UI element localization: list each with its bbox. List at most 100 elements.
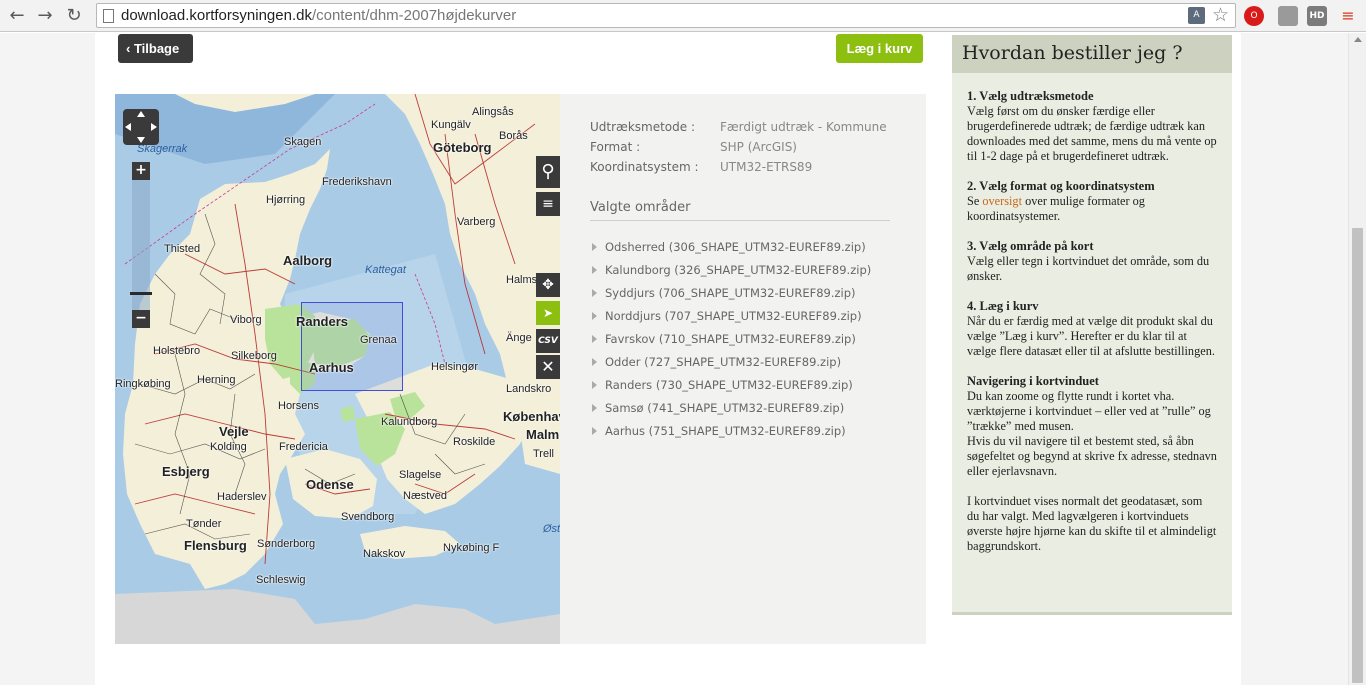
back-button[interactable]: ‹ Tilbage [118, 34, 193, 63]
map-label-haderslev: Haderslev [217, 491, 267, 503]
selected-files-list: Odsherred (306_SHAPE_UTM32-EUREF89.zip) … [592, 240, 871, 447]
add-to-cart-button[interactable]: Læg i kurv [836, 34, 923, 63]
csv-tool-button[interactable]: CSV [536, 329, 560, 353]
file-item-label: Syddjurs (706_SHAPE_UTM32-EUREF89.zip) [605, 286, 856, 300]
triangle-bullet-icon [592, 427, 597, 435]
map-label-vejle: Vejle [219, 424, 249, 439]
clear-selection-icon[interactable]: ✕ [536, 355, 560, 379]
file-item-label: Aarhus (751_SHAPE_UTM32-EUREF89.zip) [605, 424, 846, 438]
map-label-silkeborg: Silkeborg [231, 350, 277, 362]
map-label-tonder: Tønder [186, 518, 222, 530]
map-viewer[interactable]: Skagerrak Skagen Kungälv Alingsås Borås … [115, 94, 560, 644]
zoom-slider-handle[interactable] [130, 292, 152, 295]
map-label-ostersjon: Øst [543, 523, 560, 535]
layers-icon[interactable]: ≡ [536, 192, 560, 216]
pan-left-arrow-icon[interactable] [125, 123, 131, 131]
back-arrow-icon[interactable]: ← [6, 5, 28, 27]
map-label-kattegat: Kattegat [365, 264, 406, 276]
user-extension-icon[interactable] [1278, 6, 1298, 26]
crs-value: UTM32-ETRS89 [720, 160, 813, 174]
select-tool-icon[interactable]: ➤ [536, 301, 560, 325]
format-row: Format : SHP (ArcGIS) [590, 140, 797, 154]
map-label-nakskov: Nakskov [363, 548, 406, 560]
file-item[interactable]: Norddjurs (707_SHAPE_UTM32-EUREF89.zip) [592, 309, 871, 332]
opera-extension-icon[interactable]: O [1244, 6, 1264, 26]
file-item-label: Samsø (741_SHAPE_UTM32-EUREF89.zip) [605, 401, 845, 415]
pan-control[interactable] [123, 109, 159, 145]
help-step-1-title: 1. Vælg udtræksmetode [967, 89, 1094, 103]
oversigt-link[interactable]: oversigt [982, 194, 1022, 208]
menu-icon[interactable]: ≡ [1338, 6, 1358, 26]
zoom-in-button[interactable]: + [132, 162, 150, 180]
map-label-naestved: Næstved [403, 490, 448, 502]
map-label-sonderborg: Sønderborg [257, 538, 316, 550]
map-label-angelholm: Änge [506, 332, 532, 344]
pan-down-arrow-icon[interactable] [137, 137, 145, 143]
map-label-goteborg: Göteborg [433, 140, 492, 155]
file-item[interactable]: Syddjurs (706_SHAPE_UTM32-EUREF89.zip) [592, 286, 871, 309]
forward-arrow-icon[interactable]: → [34, 5, 56, 27]
file-item[interactable]: Odder (727_SHAPE_UTM32-EUREF89.zip) [592, 355, 871, 378]
map-label-kolding: Kolding [210, 441, 247, 453]
map-label-slagelse: Slagelse [399, 469, 442, 481]
triangle-bullet-icon [592, 404, 597, 412]
help-body: 1. Vælg udtræksmetode Vælg først om du ø… [952, 73, 1232, 554]
help-step-1-text: Vælg først om du ønsker færdige eller br… [967, 104, 1217, 163]
map-label-malmo: Malm [526, 427, 560, 442]
map-label-ringkobing: Ringkøbing [115, 378, 171, 390]
help-box: Hvordan bestiller jeg ? 1. Vælg udtræksm… [952, 35, 1232, 615]
file-item[interactable]: Kalundborg (326_SHAPE_UTM32-EUREF89.zip) [592, 263, 871, 286]
file-item[interactable]: Randers (730_SHAPE_UTM32-EUREF89.zip) [592, 378, 871, 401]
map-label-flensburg: Flensburg [184, 538, 247, 553]
file-item[interactable]: Favrskov (710_SHAPE_UTM32-EUREF89.zip) [592, 332, 871, 355]
map-label-horsens: Horsens [278, 400, 319, 412]
pan-up-arrow-icon[interactable] [137, 111, 145, 117]
map-label-kalundborg: Kalundborg [381, 416, 438, 428]
file-item[interactable]: Aarhus (751_SHAPE_UTM32-EUREF89.zip) [592, 424, 871, 447]
file-item[interactable]: Samsø (741_SHAPE_UTM32-EUREF89.zip) [592, 401, 871, 424]
order-details-panel: Udtræksmetode : Færdigt udtræk - Kommune … [560, 94, 926, 644]
zoom-out-button[interactable]: − [132, 310, 150, 328]
file-item[interactable]: Odsherred (306_SHAPE_UTM32-EUREF89.zip) [592, 240, 871, 263]
triangle-bullet-icon [592, 266, 597, 274]
help-step-3-title: 3. Vælg område på kort [967, 239, 1094, 253]
help-step-3-text: Vælg eller tegn i kortvinduet det område… [967, 254, 1210, 283]
pan-tool-icon[interactable]: ✥ [536, 273, 560, 297]
help-layers-text: I kortvinduet vises normalt det geodatas… [967, 494, 1217, 553]
map-label-hjorring: Hjørring [266, 194, 306, 206]
help-title: Hvordan bestiller jeg ? [952, 35, 1232, 73]
map-label-varberg: Varberg [457, 216, 496, 228]
help-step-4-text: Når du er færdig med at vælge dit produk… [967, 314, 1215, 358]
file-item-label: Randers (730_SHAPE_UTM32-EUREF89.zip) [605, 378, 853, 392]
help-step-2-title: 2. Vælg format og koordinatsystem [967, 179, 1155, 193]
pan-right-arrow-icon[interactable] [151, 123, 157, 131]
scrollbar-thumb[interactable] [1352, 228, 1363, 683]
triangle-bullet-icon [592, 381, 597, 389]
scroll-up-arrow-icon[interactable] [1354, 37, 1362, 42]
address-bar[interactable]: download.kortforsyningen.dk/content/dhm-… [96, 3, 1236, 28]
translate-icon[interactable]: A [1188, 7, 1205, 24]
map-label-boras: Borås [499, 130, 528, 142]
map-label-viborg: Viborg [230, 314, 262, 326]
chevron-left-icon: ‹ [126, 41, 134, 56]
format-value: SHP (ArcGIS) [720, 140, 797, 154]
map-label-helsingor: Helsingør [431, 361, 479, 373]
help-step-4-title: 4. Læg i kurv [967, 299, 1039, 313]
search-icon[interactable]: ⚲ [536, 156, 560, 188]
method-label: Udtræksmetode : [590, 120, 695, 134]
triangle-bullet-icon [592, 358, 597, 366]
scrollbar[interactable] [1348, 33, 1366, 685]
map-label-skagen: Skagen [284, 136, 322, 148]
file-item-label: Odsherred (306_SHAPE_UTM32-EUREF89.zip) [605, 240, 866, 254]
hd-extension-icon[interactable]: HD [1307, 6, 1327, 26]
crs-label: Koordinatsystem : [590, 160, 699, 174]
divider [590, 220, 890, 221]
zoom-slider[interactable] [132, 180, 150, 310]
reload-icon[interactable]: ↻ [63, 5, 85, 27]
bookmark-star-icon[interactable]: ☆ [1212, 4, 1229, 26]
map-label-trelleborg: Trell [533, 448, 554, 460]
file-item-label: Norddjurs (707_SHAPE_UTM32-EUREF89.zip) [605, 309, 862, 323]
url-text[interactable]: download.kortforsyningen.dk/content/dhm-… [121, 7, 516, 24]
triangle-bullet-icon [592, 335, 597, 343]
help-navigation-title: Navigering i kortvinduet [967, 374, 1099, 388]
